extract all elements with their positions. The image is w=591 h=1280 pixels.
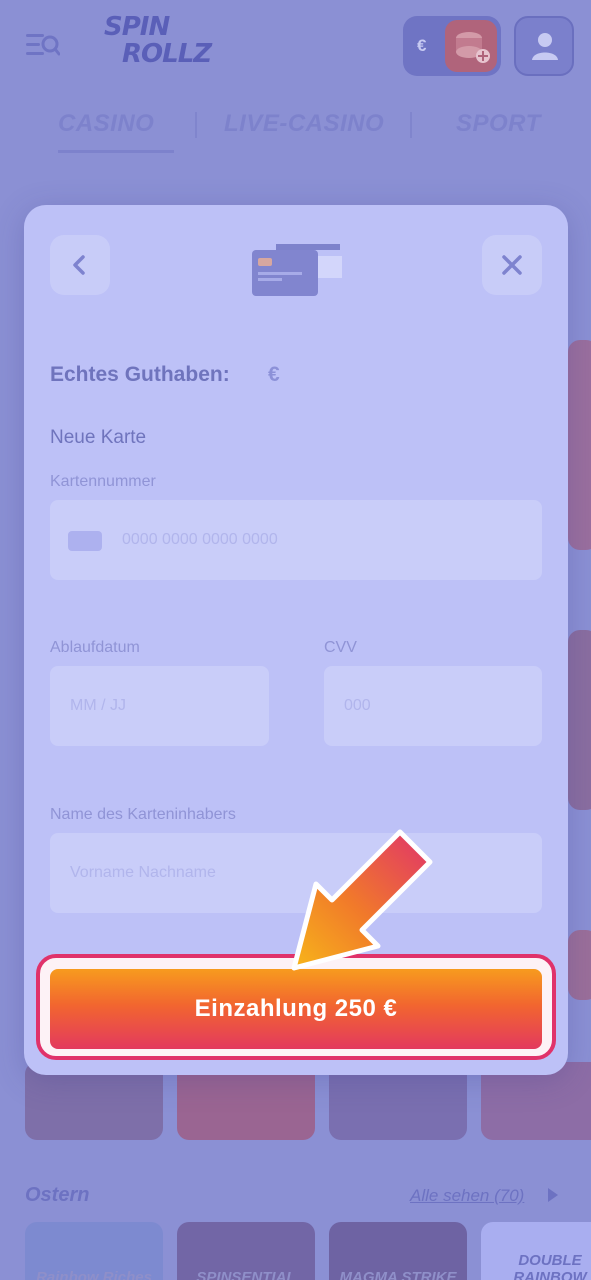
tab-live-casino[interactable]: LIVE-CASINO [224, 110, 384, 138]
tab-sport[interactable]: SPORT [456, 110, 541, 138]
chevron-left-icon [73, 255, 85, 275]
close-icon [502, 255, 522, 275]
game-tile-double-rainbow[interactable]: DOUBLE RAINBOW [481, 1222, 591, 1280]
game-title: DOUBLE RAINBOW [513, 1252, 587, 1280]
close-button[interactable] [482, 235, 542, 295]
game-tile[interactable] [568, 340, 591, 550]
pointer-arrow-icon [291, 829, 433, 971]
cardholder-name-label: Name des Karteninhabers [50, 806, 236, 823]
tab-casino[interactable]: CASINO [58, 110, 154, 138]
coins-icon [445, 20, 497, 72]
wallet-button[interactable]: € [403, 16, 501, 76]
game-tile[interactable] [568, 930, 591, 1000]
back-button[interactable] [50, 235, 110, 295]
card-number-label: Kartennummer [50, 473, 156, 490]
expiry-input[interactable] [50, 666, 269, 746]
cvv-label: CVV [324, 639, 357, 656]
game-tile[interactable] [568, 630, 591, 810]
top-bar: SPIN ROLLZ € [0, 0, 591, 92]
credit-card-icon [252, 244, 344, 300]
active-tab-indicator [58, 150, 174, 153]
see-all-link[interactable]: Alle sehen (70) [410, 1186, 524, 1206]
wallet-currency: € [417, 36, 427, 55]
menu-search-icon[interactable] [26, 30, 61, 60]
balance-label: Echtes Guthaben: [50, 363, 230, 386]
chevron-right-icon [548, 1188, 558, 1202]
game-tile-rainbow-riches[interactable]: Rainbow Riches [25, 1222, 163, 1280]
profile-button[interactable] [514, 16, 574, 76]
cvv-input[interactable] [324, 666, 542, 746]
card-number-input[interactable] [50, 500, 542, 580]
new-card-title: Neue Karte [50, 427, 147, 448]
nav-separator [195, 112, 197, 138]
logo-line-2: ROLLZ [122, 39, 212, 69]
logo-line-1: SPIN [104, 12, 170, 42]
game-tile-magma-strike[interactable]: MAGMA STRIKE [329, 1222, 467, 1280]
nav-separator [410, 112, 412, 138]
expiry-label: Ablaufdatum [50, 639, 140, 656]
game-title: MAGMA STRIKE [339, 1269, 457, 1280]
game-title: SPINSENTIAL [196, 1269, 296, 1280]
game-title: Rainbow Riches [36, 1269, 152, 1280]
section-title-ostern: Ostern [25, 1184, 90, 1206]
user-icon [532, 33, 558, 60]
card-brand-icon [68, 531, 102, 551]
logo[interactable]: SPIN ROLLZ [104, 14, 214, 76]
balance-value: € [268, 363, 280, 386]
game-tile-spinsential[interactable]: SPINSENTIAL [177, 1222, 315, 1280]
